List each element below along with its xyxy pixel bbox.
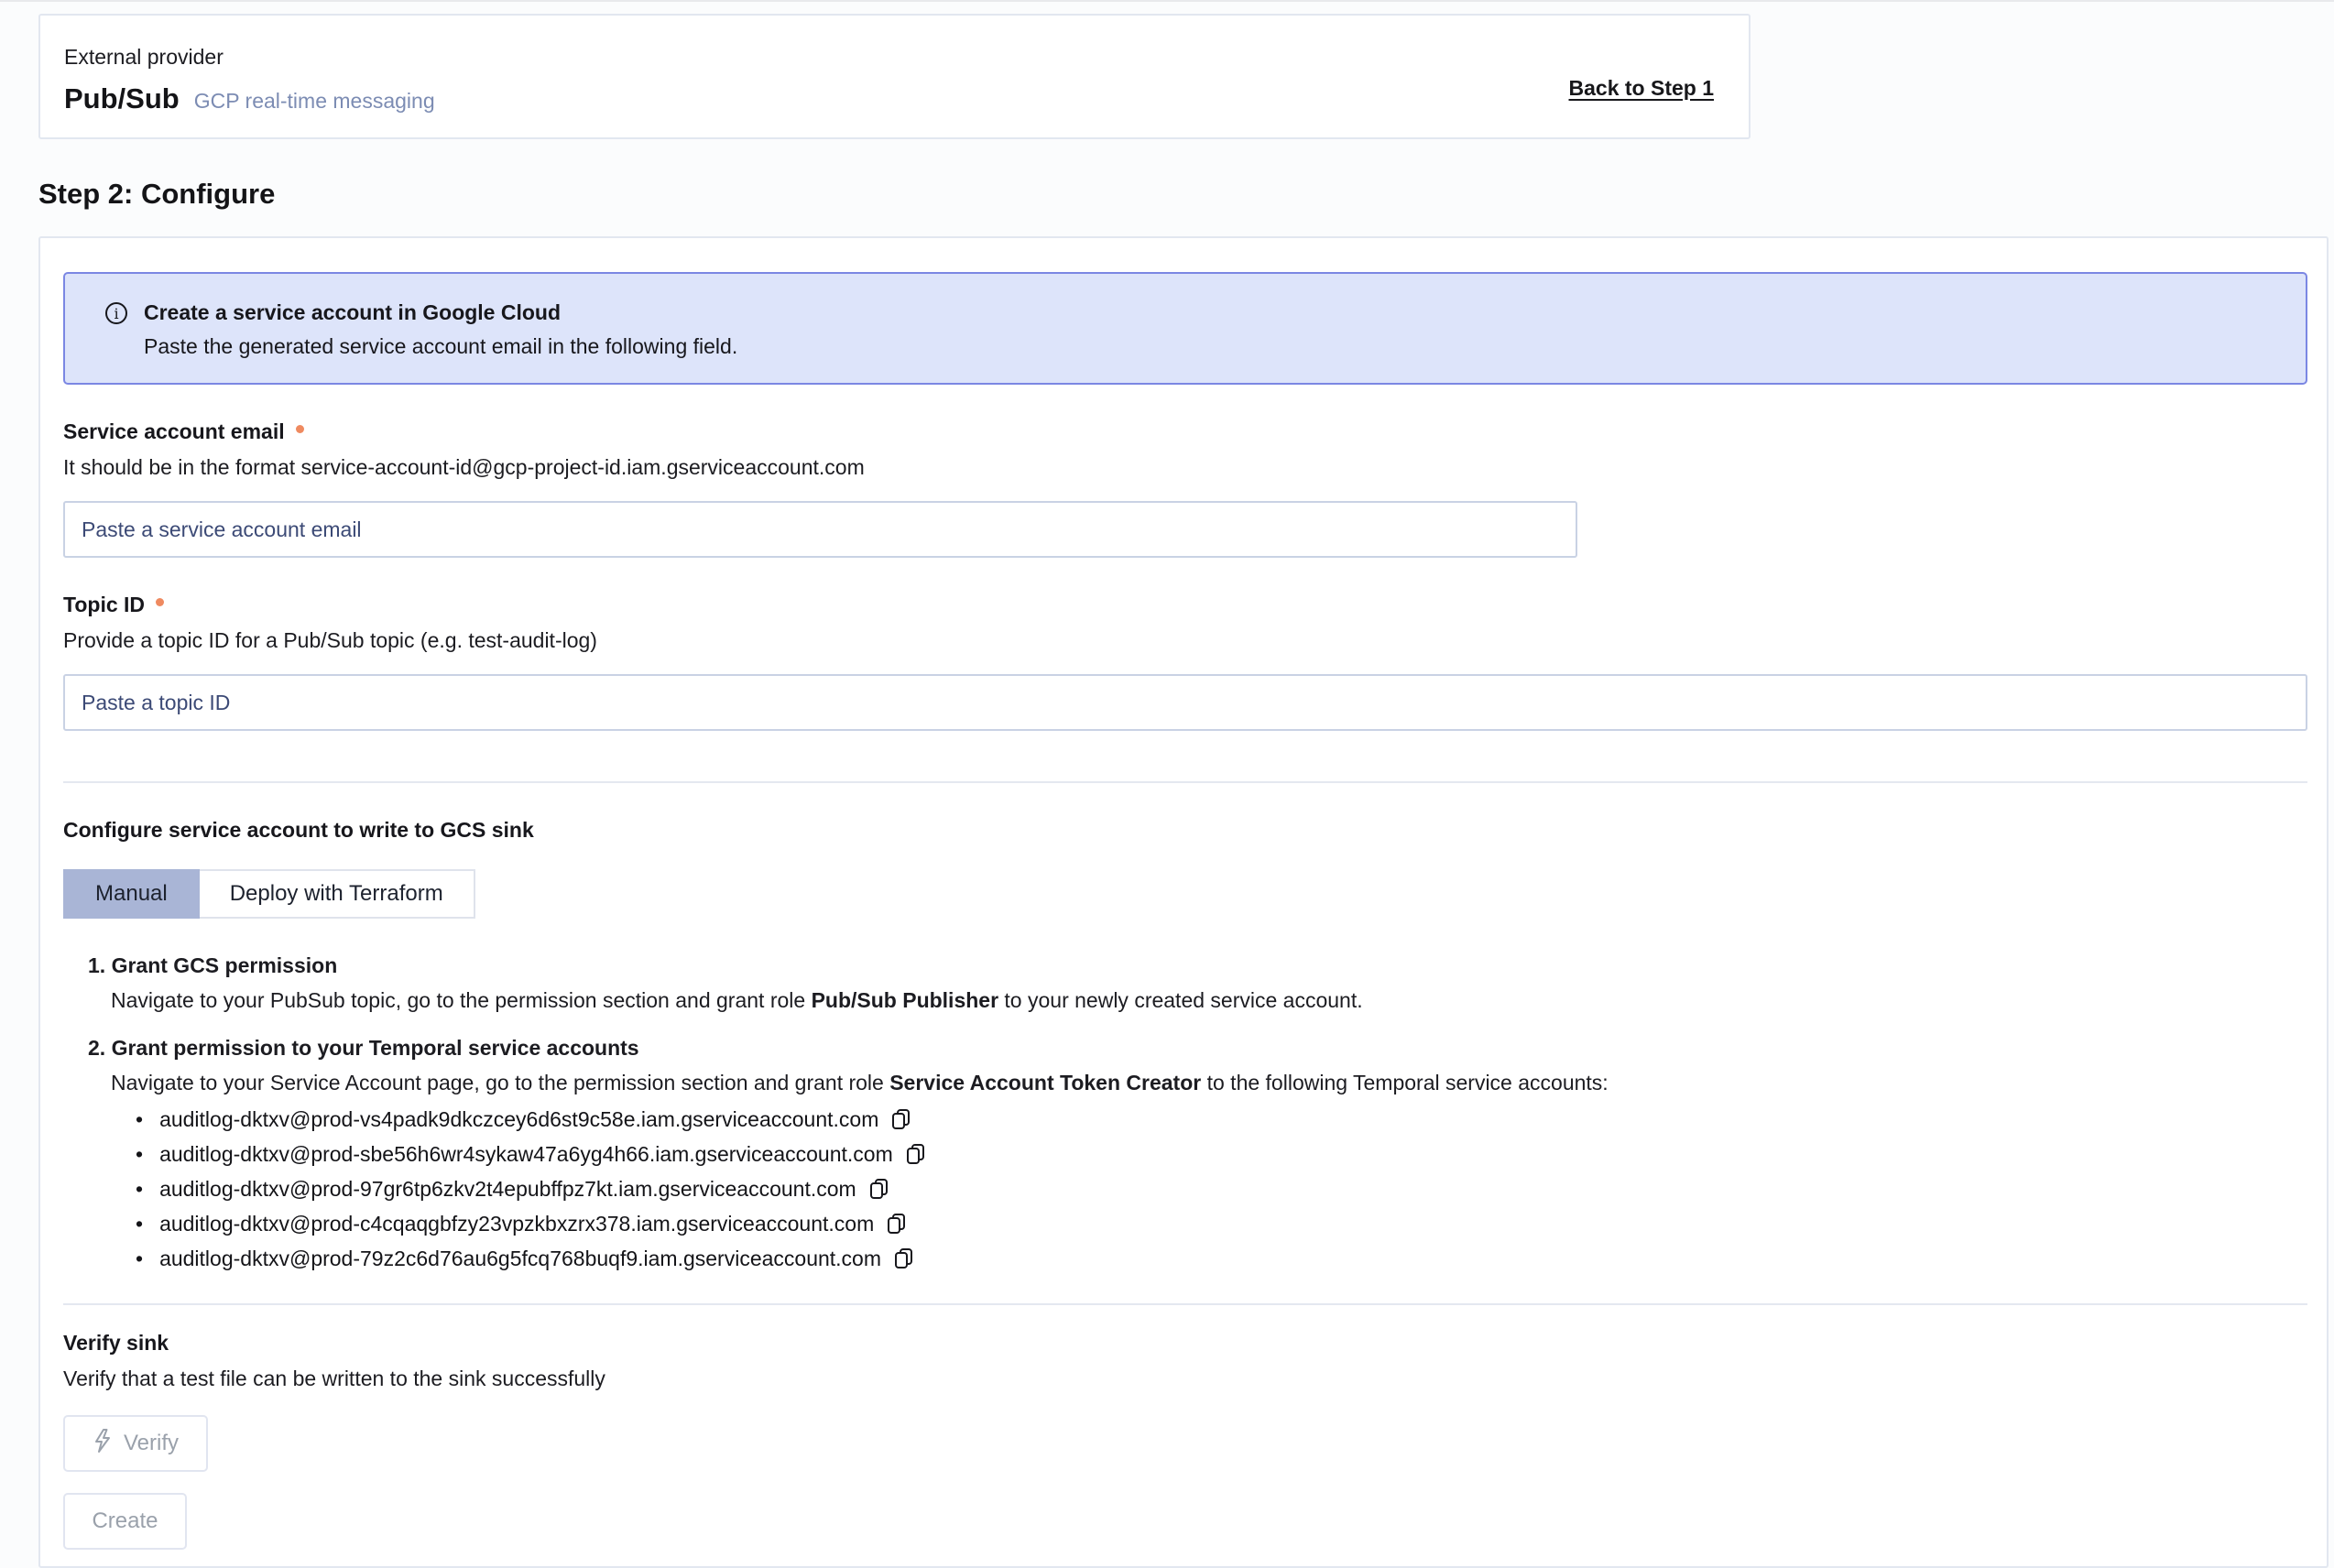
step-description-suffix: to the following Temporal service accoun… bbox=[1201, 1071, 1608, 1094]
configure-section-heading: Configure service account to write to GC… bbox=[63, 818, 2304, 843]
required-indicator bbox=[156, 598, 164, 606]
step-description: Navigate to your Service Account page, g… bbox=[111, 1065, 2304, 1100]
service-account-email-input[interactable] bbox=[63, 501, 1577, 558]
role-name: Service Account Token Creator bbox=[889, 1071, 1201, 1094]
topic-id-input[interactable] bbox=[63, 674, 2307, 731]
info-alert-text: Create a service account in Google Cloud… bbox=[144, 299, 737, 361]
info-alert-title: Create a service account in Google Cloud bbox=[144, 299, 737, 327]
configure-steps: 1. Grant GCS permission Navigate to your… bbox=[63, 948, 2304, 1276]
info-icon: i bbox=[104, 299, 129, 361]
service-account-email: auditlog-dktxv@prod-c4cqaqgbfzy23vpzkbxz… bbox=[159, 1212, 874, 1236]
service-account-list: • auditlog-dktxv@prod-vs4padk9dkczcey6d6… bbox=[136, 1102, 2304, 1276]
step-description-prefix: Navigate to your PubSub topic, go to the… bbox=[111, 988, 812, 1012]
step-number: 1. bbox=[88, 953, 105, 977]
copy-icon[interactable] bbox=[869, 1178, 889, 1201]
provider-title: Pub/Sub bbox=[64, 82, 180, 115]
step-grant-temporal-permission: 2. Grant permission to your Temporal ser… bbox=[88, 1030, 2304, 1276]
service-account-email: auditlog-dktxv@prod-vs4padk9dkczcey6d6st… bbox=[159, 1107, 878, 1132]
create-button-label: Create bbox=[92, 1508, 158, 1534]
topic-id-hint: Provide a topic ID for a Pub/Sub topic (… bbox=[63, 628, 2304, 653]
info-alert: i Create a service account in Google Clo… bbox=[63, 272, 2307, 385]
copy-icon[interactable] bbox=[891, 1108, 911, 1131]
topic-id-label-row: Topic ID bbox=[63, 593, 2304, 617]
list-item: • auditlog-dktxv@prod-vs4padk9dkczcey6d6… bbox=[136, 1102, 2304, 1137]
configure-card: i Create a service account in Google Clo… bbox=[38, 236, 2329, 1568]
svg-text:i: i bbox=[114, 305, 118, 322]
step-description-suffix: to your newly created service account. bbox=[998, 988, 1363, 1012]
step-grant-gcs-permission: 1. Grant GCS permission Navigate to your… bbox=[88, 948, 2304, 1018]
bullet: • bbox=[136, 1144, 143, 1165]
page: External provider Pub/Sub GCP real-time … bbox=[0, 2, 2334, 1568]
topic-id-label: Topic ID bbox=[63, 593, 145, 617]
step-description: Navigate to your PubSub topic, go to the… bbox=[111, 983, 2304, 1018]
copy-icon[interactable] bbox=[906, 1143, 926, 1166]
copy-icon[interactable] bbox=[887, 1213, 907, 1236]
info-alert-description: Paste the generated service account emai… bbox=[144, 332, 737, 361]
service-account-email-label: Service account email bbox=[63, 419, 285, 444]
step-title: Grant GCS permission bbox=[112, 953, 338, 977]
role-name: Pub/Sub Publisher bbox=[812, 988, 998, 1012]
tab-deploy-with-terraform[interactable]: Deploy with Terraform bbox=[200, 869, 475, 919]
verify-button[interactable]: Verify bbox=[63, 1415, 208, 1472]
provider-title-row: Pub/Sub GCP real-time messaging bbox=[64, 82, 435, 115]
copy-icon[interactable] bbox=[894, 1247, 914, 1270]
provider-card: External provider Pub/Sub GCP real-time … bbox=[38, 14, 1750, 139]
verify-sink-description: Verify that a test file can be written t… bbox=[63, 1367, 2304, 1391]
required-indicator bbox=[296, 425, 304, 433]
list-item: • auditlog-dktxv@prod-sbe56h6wr4sykaw47a… bbox=[136, 1137, 2304, 1171]
step-title-row: 2. Grant permission to your Temporal ser… bbox=[88, 1030, 2304, 1065]
step-title-row: 1. Grant GCS permission bbox=[88, 948, 2304, 983]
bullet: • bbox=[136, 1179, 143, 1200]
service-account-email-hint: It should be in the format service-accou… bbox=[63, 455, 2304, 480]
list-item: • auditlog-dktxv@prod-79z2c6d76au6g5fcq7… bbox=[136, 1241, 2304, 1276]
bullet: • bbox=[136, 1214, 143, 1235]
section-divider bbox=[63, 781, 2307, 783]
service-account-email: auditlog-dktxv@prod-97gr6tp6zkv2t4epubff… bbox=[159, 1177, 856, 1202]
step-title: Grant permission to your Temporal servic… bbox=[112, 1036, 639, 1060]
section-divider bbox=[63, 1303, 2307, 1305]
bullet: • bbox=[136, 1248, 143, 1269]
step-heading: Step 2: Configure bbox=[38, 178, 2334, 211]
provider-label: External provider bbox=[64, 45, 435, 70]
bullet: • bbox=[136, 1109, 143, 1130]
list-item: • auditlog-dktxv@prod-97gr6tp6zkv2t4epub… bbox=[136, 1171, 2304, 1206]
service-account-email: auditlog-dktxv@prod-79z2c6d76au6g5fcq768… bbox=[159, 1247, 881, 1271]
verify-button-label: Verify bbox=[124, 1431, 179, 1456]
tab-manual[interactable]: Manual bbox=[63, 869, 200, 919]
provider-subtitle: GCP real-time messaging bbox=[194, 89, 435, 114]
provider-info: External provider Pub/Sub GCP real-time … bbox=[64, 39, 435, 115]
create-button[interactable]: Create bbox=[63, 1493, 187, 1550]
configure-tabs: Manual Deploy with Terraform bbox=[63, 869, 475, 919]
step-description-prefix: Navigate to your Service Account page, g… bbox=[111, 1071, 889, 1094]
lightning-icon bbox=[93, 1428, 113, 1460]
back-to-step-1-link[interactable]: Back to Step 1 bbox=[1569, 76, 1715, 101]
list-item: • auditlog-dktxv@prod-c4cqaqgbfzy23vpzkb… bbox=[136, 1206, 2304, 1241]
service-account-email: auditlog-dktxv@prod-sbe56h6wr4sykaw47a6y… bbox=[159, 1142, 893, 1167]
verify-sink-heading: Verify sink bbox=[63, 1331, 2304, 1356]
step-number: 2. bbox=[88, 1036, 105, 1060]
service-account-email-label-row: Service account email bbox=[63, 419, 2304, 444]
